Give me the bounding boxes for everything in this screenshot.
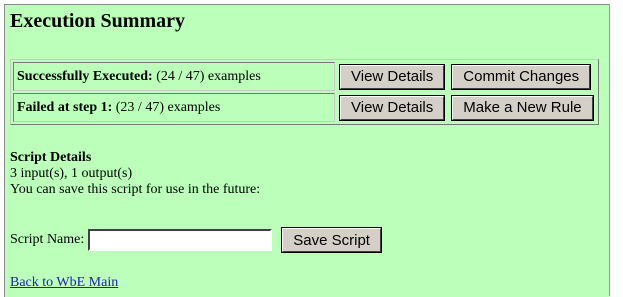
success-label-count: (24 / 47) examples [152, 68, 261, 84]
back-to-main-link[interactable]: Back to WbE Main [10, 275, 118, 291]
save-hint: You can save this script for use in the … [10, 182, 261, 197]
success-label-cell: Successfully Executed: (24 / 47) example… [13, 62, 335, 91]
failed-label-count: (23 / 47) examples [112, 99, 221, 115]
save-script-button[interactable]: Save Script [281, 227, 382, 253]
table-row-failed: Failed at step 1: (23 / 47) examples Vie… [13, 93, 596, 122]
window-edge [609, 4, 610, 296]
script-details: Script Details 3 input(s), 1 output(s) Y… [10, 150, 260, 198]
script-name-input[interactable] [88, 229, 273, 251]
make-new-rule-button[interactable]: Make a New Rule [451, 94, 594, 121]
new-rule-cell: Make a New Rule [449, 93, 595, 122]
view-details-success-button[interactable]: View Details [339, 63, 446, 90]
execution-summary-panel: Execution Summary Successfully Executed:… [4, 4, 609, 297]
io-summary: 3 input(s), 1 output(s) [10, 166, 133, 181]
save-script-form: Script Name: Save Script [10, 227, 382, 253]
failed-view-cell: View Details [337, 93, 447, 122]
summary-table: Successfully Executed: (24 / 47) example… [10, 59, 599, 125]
success-label-bold: Successfully Executed: [17, 68, 153, 84]
commit-cell: Commit Changes [449, 62, 595, 91]
success-view-cell: View Details [337, 62, 447, 91]
table-row-success: Successfully Executed: (24 / 47) example… [13, 62, 596, 91]
failed-label-bold: Failed at step 1: [17, 99, 113, 115]
commit-changes-button[interactable]: Commit Changes [451, 63, 592, 90]
failed-label-cell: Failed at step 1: (23 / 47) examples [13, 93, 335, 122]
view-details-failed-button[interactable]: View Details [339, 94, 446, 121]
page-title: Execution Summary [10, 10, 185, 32]
script-name-label: Script Name: [10, 232, 85, 247]
script-details-heading: Script Details [10, 150, 92, 165]
